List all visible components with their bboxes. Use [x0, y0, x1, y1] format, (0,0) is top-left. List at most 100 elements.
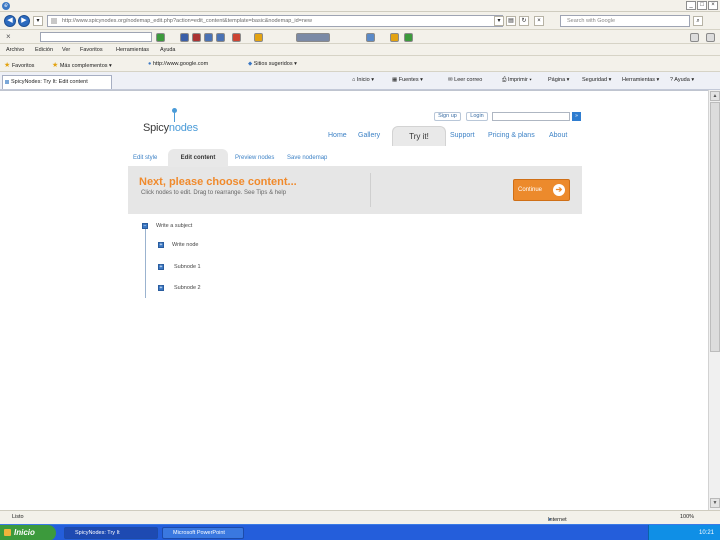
- url-input[interactable]: http://www.spicynodes.org/nodemap_edit.p…: [47, 15, 503, 27]
- youtube-icon[interactable]: [192, 33, 201, 42]
- compatibility-icon[interactable]: ▤: [506, 16, 516, 26]
- history-dropdown-icon[interactable]: ▾: [33, 16, 43, 26]
- expand-icon[interactable]: +: [158, 285, 164, 291]
- taskbar-item-browser[interactable]: SpicyNodes: Try It: [64, 527, 158, 539]
- forward-button[interactable]: ▶: [18, 15, 30, 27]
- favorites-item-google[interactable]: ● http://www.google.com: [148, 61, 208, 67]
- vertical-scrollbar[interactable]: ▲ ▼: [708, 90, 720, 510]
- facebook-icon[interactable]: [180, 33, 189, 42]
- cmd-feeds[interactable]: ▦ Fuentes ▾: [392, 77, 423, 83]
- cmd-help[interactable]: ? Ayuda ▾: [670, 77, 694, 83]
- expand-icon[interactable]: +: [158, 242, 164, 248]
- cmd-page[interactable]: Página ▾: [548, 77, 569, 83]
- nav-pricing[interactable]: Pricing & plans: [488, 132, 535, 139]
- system-tray: 10:21: [648, 525, 720, 540]
- favorites-item-label: http://www.google.com: [152, 61, 209, 67]
- tab-edit-content[interactable]: Edit content: [168, 149, 228, 167]
- favorites-bar: ★ Favoritos ★ Más complementos ▾ ● http:…: [0, 56, 720, 72]
- stop-icon[interactable]: ×: [534, 16, 544, 26]
- tab-edit-style[interactable]: Edit style: [133, 155, 157, 161]
- menu-help[interactable]: Ayuda: [160, 47, 176, 53]
- star-addon-icon[interactable]: [254, 33, 263, 42]
- tab-preview-nodes[interactable]: Preview nodes: [235, 155, 274, 161]
- wrench-icon[interactable]: [690, 33, 699, 42]
- start-button[interactable]: Inicio: [0, 525, 56, 540]
- google-icon: ●: [148, 61, 152, 67]
- cmd-safety[interactable]: Seguridad ▾: [582, 77, 611, 83]
- nav-support[interactable]: Support: [450, 132, 475, 139]
- go-icon[interactable]: [156, 33, 165, 42]
- menu-favorites[interactable]: Favoritos: [80, 47, 103, 53]
- close-button[interactable]: ×: [708, 1, 718, 10]
- login-input[interactable]: [492, 112, 570, 121]
- scroll-down-icon[interactable]: ▼: [710, 498, 720, 508]
- favorites-button[interactable]: ★ Favoritos: [4, 61, 34, 69]
- login-button[interactable]: Login: [466, 112, 488, 121]
- refresh-addon-icon[interactable]: [404, 33, 413, 42]
- zoom-level[interactable]: 100%: [680, 514, 694, 520]
- mail-icon[interactable]: [216, 33, 225, 42]
- cmd-mail[interactable]: ✉ Leer correo: [448, 77, 482, 83]
- windows-flag-icon: [4, 529, 11, 536]
- tab-title: SpicyNodes: Try It: Edit content: [11, 79, 88, 85]
- cmd-label: Fuentes: [398, 77, 419, 83]
- site-logo[interactable]: Spicynodes: [143, 122, 198, 134]
- menu-tools[interactable]: Herramientas: [116, 47, 149, 53]
- refresh-icon[interactable]: ↻: [519, 16, 529, 26]
- favorites-item-addons[interactable]: ★ Más complementos ▾: [52, 61, 112, 69]
- back-button[interactable]: ◀: [4, 15, 16, 27]
- search-input[interactable]: Search with Google: [560, 15, 690, 27]
- radio-addon-icon[interactable]: [296, 33, 330, 42]
- maximize-button[interactable]: □: [697, 1, 707, 10]
- cmd-tools[interactable]: Herramientas ▾: [622, 77, 659, 83]
- tab-spicynodes[interactable]: SpicyNodes: Try It: Edit content: [2, 75, 112, 89]
- cmd-home[interactable]: ⌂ Inicio ▾: [352, 77, 374, 83]
- favorites-item-label: Sitios sugeridos: [253, 61, 293, 67]
- continue-button[interactable]: Continue ➔: [513, 179, 570, 201]
- nav-about[interactable]: About: [549, 132, 567, 139]
- ie-logo-icon: e: [2, 2, 10, 10]
- nav-home[interactable]: Home: [328, 132, 347, 139]
- menu-file[interactable]: Archivo: [6, 47, 24, 53]
- tree-child-node[interactable]: Write node: [172, 242, 199, 248]
- favorites-item-suggested[interactable]: ◆ Sitios sugeridos ▾: [248, 61, 297, 67]
- tree-child-node[interactable]: Subnode 2: [174, 285, 201, 291]
- url-dropdown-icon[interactable]: ▾: [494, 16, 504, 26]
- cmd-print[interactable]: ⎙ Imprimir ▾: [502, 77, 532, 84]
- banner-divider: [370, 173, 371, 207]
- clock[interactable]: 10:21: [699, 530, 714, 536]
- search-icon[interactable]: ⌕: [693, 16, 703, 26]
- add-toolbar-icon[interactable]: [706, 33, 715, 42]
- news-icon[interactable]: [204, 33, 213, 42]
- taskbar-item-powerpoint[interactable]: Microsoft PowerPoint: [162, 527, 244, 539]
- scroll-up-icon[interactable]: ▲: [710, 91, 720, 101]
- nav-gallery[interactable]: Gallery: [358, 132, 380, 139]
- zone-label: Internet: [548, 517, 567, 523]
- tree-root-node[interactable]: Write a subject: [156, 223, 192, 229]
- expand-icon[interactable]: +: [158, 264, 164, 270]
- sign-up-button[interactable]: Sign up: [434, 112, 461, 121]
- display-icon[interactable]: [366, 33, 375, 42]
- scroll-thumb[interactable]: [710, 102, 720, 352]
- tree-child-node[interactable]: Subnode 1: [174, 264, 201, 270]
- login-go-button[interactable]: »: [572, 112, 581, 121]
- tab-save-nodemap[interactable]: Save nodemap: [287, 155, 327, 161]
- menu-view[interactable]: Ver: [62, 47, 70, 53]
- minimize-button[interactable]: _: [686, 1, 696, 10]
- banner-title: Next, please choose content...: [139, 176, 297, 188]
- tree-connector: [145, 228, 146, 298]
- close-toolbar-icon[interactable]: ×: [6, 32, 11, 41]
- nav-try-it[interactable]: Try it!: [392, 126, 446, 146]
- url-text: http://www.spicynodes.org/nodemap_edit.p…: [62, 18, 312, 24]
- games-icon[interactable]: [232, 33, 241, 42]
- addons-icon: ★: [52, 62, 59, 69]
- collapse-icon[interactable]: −: [142, 223, 148, 229]
- cmd-label: Ayuda: [674, 77, 690, 83]
- taskbar: Inicio SpicyNodes: Try It Microsoft Powe…: [0, 524, 720, 540]
- favorites-star-icon: ★: [4, 62, 11, 69]
- toolbar-search-input[interactable]: [40, 32, 152, 42]
- logo-text-nodes: nodes: [168, 122, 198, 134]
- tab-bar: SpicyNodes: Try It: Edit content ⌂ Inici…: [0, 72, 720, 90]
- menu-edit[interactable]: Edición: [35, 47, 53, 53]
- weather-icon[interactable]: [390, 33, 399, 42]
